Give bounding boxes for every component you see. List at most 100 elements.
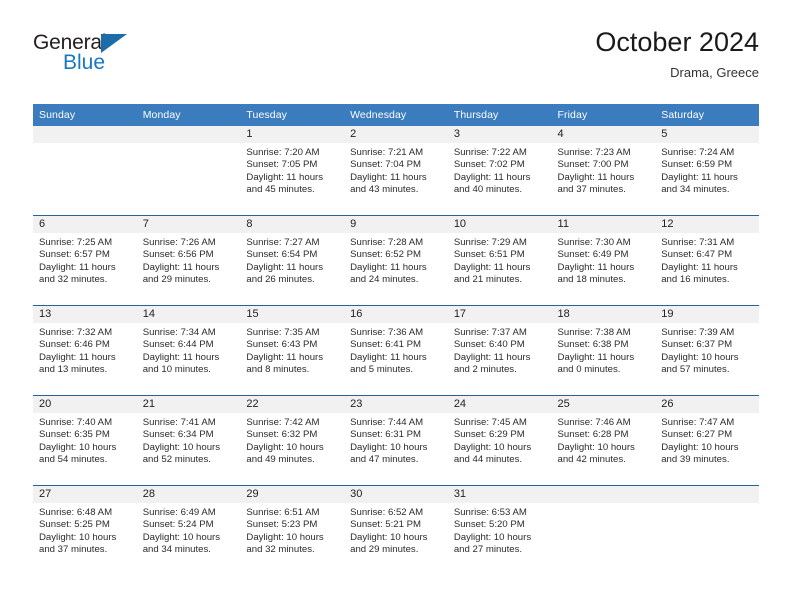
calendar-week-row: 27 Sunrise: 6:48 AM Sunset: 5:25 PM Dayligh… [33,485,759,575]
day-number: 18 [551,306,656,323]
calendar-day-cell[interactable]: 11 Sunrise: 7:30 AM Sunset: 6:49 PM Dayligh… [551,215,656,306]
day-number [551,486,656,503]
day-cell-details: Sunrise: 7:47 AM Sunset: 6:27 PM Daylight:… [655,413,759,466]
weekday-header-wednesday: Wednesday [344,104,448,126]
day-number: 15 [240,306,345,323]
daylight-text-line1: Daylight: 11 hours [350,261,427,273]
day-number: 5 [655,126,759,143]
calendar-day-cell[interactable]: 9 Sunrise: 7:28 AM Sunset: 6:52 PM Daylight… [344,215,448,306]
calendar-day-cell[interactable]: 13 Sunrise: 7:32 AM Sunset: 6:46 PM Dayligh… [33,305,137,396]
day-cell-inner: 8 Sunrise: 7:27 AM Sunset: 6:54 PM Daylight… [240,216,345,305]
day-number: 27 [33,486,137,503]
calendar-day-cell[interactable]: 12 Sunrise: 7:31 AM Sunset: 6:47 PM Dayligh… [655,215,759,306]
calendar-day-cell[interactable]: 5 Sunrise: 7:24 AM Sunset: 6:59 PM Daylight… [655,126,759,216]
calendar-day-cell[interactable]: 21 Sunrise: 7:41 AM Sunset: 6:34 PM Dayligh… [136,395,241,486]
daylight-text-line2: and 42 minutes. [557,453,626,465]
daylight-text-line1: Daylight: 11 hours [246,351,324,363]
calendar-day-cell[interactable]: 6 Sunrise: 7:25 AM Sunset: 6:57 PM Daylight… [33,215,137,306]
weekday-header-sunday: Sunday [33,104,137,126]
sunset-text: Sunset: 5:25 PM [39,519,110,531]
day-cell-details: Sunrise: 7:23 AM Sunset: 7:00 PM Daylight:… [552,143,656,196]
sunset-text: Sunset: 6:43 PM [246,339,318,351]
calendar-day-cell[interactable]: 17 Sunrise: 7:37 AM Sunset: 6:40 PM Dayligh… [447,305,552,396]
day-number: 11 [551,216,656,233]
sunrise-text: Sunrise: 7:28 AM [350,237,424,248]
day-cell-details: Sunrise: 7:45 AM Sunset: 6:29 PM Daylight:… [448,413,552,466]
day-number [33,126,137,143]
calendar-day-cell[interactable]: 24 Sunrise: 7:45 AM Sunset: 6:29 PM Dayligh… [447,395,552,486]
daylight-text-line2: and 26 minutes. [246,273,315,285]
calendar-day-cell[interactable]: 25 Sunrise: 7:46 AM Sunset: 6:28 PM Dayligh… [551,395,656,486]
sunset-text: Sunset: 5:20 PM [453,519,525,531]
calendar-day-cell[interactable]: 31 Sunrise: 6:53 AM Sunset: 5:20 PM Dayligh… [447,485,552,575]
daylight-text-line1: Daylight: 11 hours [39,261,116,273]
sunset-text: Sunset: 6:47 PM [661,249,733,261]
calendar-day-cell[interactable]: 30 Sunrise: 6:52 AM Sunset: 5:21 PM Dayligh… [344,485,448,575]
daylight-text-line2: and 43 minutes. [350,183,419,195]
calendar-day-cell[interactable]: 2 Sunrise: 7:21 AM Sunset: 7:04 PM Daylight… [344,126,448,216]
calendar-day-cell[interactable]: 8 Sunrise: 7:27 AM Sunset: 6:54 PM Daylight… [240,215,345,306]
page-header: General Blue October 2024 Drama, Greece [33,26,759,98]
sunrise-text: Sunrise: 7:30 AM [557,237,631,248]
calendar-day-cell[interactable]: 10 Sunrise: 7:29 AM Sunset: 6:51 PM Dayligh… [447,215,552,306]
calendar-day-cell[interactable]: 23 Sunrise: 7:44 AM Sunset: 6:31 PM Dayligh… [344,395,448,486]
day-number: 23 [344,396,448,413]
calendar-day-cell[interactable]: 7 Sunrise: 7:26 AM Sunset: 6:56 PM Daylight… [136,215,241,306]
daylight-text-line2: and 37 minutes. [557,183,626,195]
calendar-day-cell[interactable]: 14 Sunrise: 7:34 AM Sunset: 6:44 PM Dayligh… [136,305,241,396]
daylight-text-line2: and 27 minutes. [453,543,523,555]
calendar-day-cell[interactable]: 19 Sunrise: 7:39 AM Sunset: 6:37 PM Dayligh… [655,305,759,396]
daylight-text-line1: Daylight: 10 hours [246,531,324,543]
day-number: 4 [551,126,656,143]
calendar-day-cell[interactable]: 29 Sunrise: 6:51 AM Sunset: 5:23 PM Dayligh… [240,485,345,575]
daylight-text-line1: Daylight: 11 hours [453,261,531,273]
day-cell-inner: 30 Sunrise: 6:52 AM Sunset: 5:21 PM Dayligh… [344,486,448,575]
daylight-text-line2: and 49 minutes. [246,453,315,465]
day-number: 31 [447,486,552,503]
daylight-text-line2: and 10 minutes. [142,363,211,375]
sunrise-text: Sunrise: 7:35 AM [246,327,320,338]
calendar-day-cell[interactable]: 1 Sunrise: 7:20 AM Sunset: 7:05 PM Daylight… [240,126,345,216]
daylight-text-line1: Daylight: 11 hours [557,351,635,363]
calendar-day-cell[interactable]: 26 Sunrise: 7:47 AM Sunset: 6:27 PM Dayligh… [655,395,759,486]
day-cell-inner: 15 Sunrise: 7:35 AM Sunset: 6:43 PM Dayligh… [240,306,345,395]
calendar-page: General Blue October 2024 Drama, Greece … [0,0,792,612]
calendar-day-cell[interactable]: 28 Sunrise: 6:49 AM Sunset: 5:24 PM Dayligh… [136,485,241,575]
calendar-day-cell[interactable]: 27 Sunrise: 6:48 AM Sunset: 5:25 PM Dayligh… [33,485,137,575]
daylight-text-line1: Daylight: 10 hours [142,441,221,453]
sunset-text: Sunset: 6:31 PM [350,429,422,441]
sunrise-text: Sunrise: 6:49 AM [142,507,216,518]
day-cell-details: Sunrise: 7:40 AM Sunset: 6:35 PM Daylight:… [33,413,137,466]
calendar-body: 1 Sunrise: 7:20 AM Sunset: 7:05 PM Daylight… [33,126,759,575]
daylight-text-line2: and 24 minutes. [350,273,419,285]
daylight-text-line1: Daylight: 10 hours [142,531,221,543]
day-cell-inner: 13 Sunrise: 7:32 AM Sunset: 6:46 PM Dayligh… [33,306,137,395]
daylight-text-line1: Daylight: 10 hours [453,441,532,453]
calendar-day-cell[interactable]: 15 Sunrise: 7:35 AM Sunset: 6:43 PM Dayligh… [240,305,345,396]
sunset-text: Sunset: 6:56 PM [142,249,214,261]
day-cell-details: Sunrise: 7:21 AM Sunset: 7:04 PM Daylight:… [344,143,448,196]
daylight-text-line1: Daylight: 10 hours [39,531,117,543]
daylight-text-line2: and 45 minutes. [246,183,315,195]
sunrise-text: Sunrise: 7:38 AM [557,327,631,338]
day-cell-inner: 6 Sunrise: 7:25 AM Sunset: 6:57 PM Daylight… [33,216,137,305]
calendar-day-cell[interactable]: 3 Sunrise: 7:22 AM Sunset: 7:02 PM Daylight… [447,126,552,216]
calendar-day-cell[interactable]: 18 Sunrise: 7:38 AM Sunset: 6:38 PM Dayligh… [551,305,656,396]
calendar-day-cell-empty [33,126,137,216]
daylight-text-line1: Daylight: 10 hours [39,441,117,453]
sunrise-text: Sunrise: 7:47 AM [661,417,735,428]
sunset-text: Sunset: 6:32 PM [246,429,318,441]
calendar-header-row-group: Sunday Monday Tuesday Wednesday Thursday… [33,104,759,126]
day-cell-details: Sunrise: 7:35 AM Sunset: 6:43 PM Daylight:… [240,323,344,376]
sunrise-text: Sunrise: 7:45 AM [453,417,527,428]
daylight-text-line1: Daylight: 11 hours [453,351,531,363]
sunset-text: Sunset: 7:02 PM [453,159,525,171]
day-cell-inner: 5 Sunrise: 7:24 AM Sunset: 6:59 PM Daylight… [655,126,759,215]
day-cell-inner: 26 Sunrise: 7:47 AM Sunset: 6:27 PM Dayligh… [655,396,759,485]
calendar-day-cell[interactable]: 16 Sunrise: 7:36 AM Sunset: 6:41 PM Dayligh… [344,305,448,396]
sunset-text: Sunset: 6:41 PM [350,339,422,351]
sunrise-text: Sunrise: 7:41 AM [142,417,216,428]
calendar-day-cell[interactable]: 22 Sunrise: 7:42 AM Sunset: 6:32 PM Dayligh… [240,395,345,486]
calendar-day-cell[interactable]: 4 Sunrise: 7:23 AM Sunset: 7:00 PM Daylight… [551,126,656,216]
calendar-day-cell[interactable]: 20 Sunrise: 7:40 AM Sunset: 6:35 PM Dayligh… [33,395,137,486]
